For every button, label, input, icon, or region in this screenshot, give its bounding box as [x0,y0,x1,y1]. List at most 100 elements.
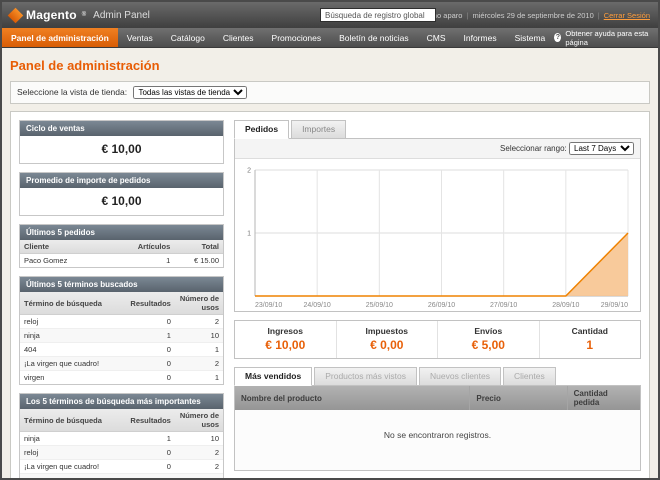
table-row[interactable]: virgen01 [20,371,223,385]
svg-text:29/09/10: 29/09/10 [601,302,628,309]
nav-item-sistema[interactable]: Sistema [506,28,555,47]
help-icon: ? [554,33,561,42]
store-view-select[interactable]: Todas las vistas de tienda [133,86,247,99]
logout-link[interactable]: Cerrar Sesión [604,11,650,20]
tab-productos-mas-vistos[interactable]: Productos más vistos [314,367,417,386]
nav-item-clientes[interactable]: Clientes [214,28,263,47]
store-view-switcher: Seleccione la vista de tienda: Todas las… [10,81,650,104]
range-label: Seleccionar rango: [500,144,567,153]
totals-row: Ingresos € 10,00Impuestos€ 0,00Envíos € 5,… [234,320,641,359]
stat-label: Envíos [438,326,539,336]
last-search-terms-table: Término de búsquedaResultadosNúmero de u… [20,292,223,384]
table-row[interactable]: ninja110 [20,329,223,343]
range-select[interactable]: Last 7 Days [569,142,634,155]
orders-chart: 1223/09/1024/09/1025/09/1026/09/1027/09/… [239,162,636,310]
grid-tabs: Más vendidosProductos más vistosNuevos c… [234,367,641,386]
grid-column-header: Nombre del producto [235,386,470,410]
column-header: Término de búsqueda [20,292,126,315]
grid-column-header: Precio [470,386,567,410]
logo-text: Magento [26,8,77,22]
top-search-terms-box: Los 5 términos de búsqueda más important… [19,393,224,480]
grid-column-header: Cantidad pedida [567,386,640,410]
stat-value: € 0,00 [337,338,438,352]
svg-text:24/09/10: 24/09/10 [304,302,331,309]
column-header: Número de usos [175,409,223,432]
nav-item-informes[interactable]: Informes [455,28,506,47]
table-row[interactable]: 40401 [20,343,223,357]
chart-panel: Seleccionar rango: Last 7 Days 1 2 23/09/1… [234,138,641,312]
svg-text:23/09/10: 23/09/10 [255,302,282,309]
column-header: Resultados [126,292,174,315]
main-navigation: Panel de administraciónVentasCatálogoCli… [2,28,658,48]
grid-header-row: Nombre del productoPrecioCantidad pedida [235,386,640,410]
logo-subtitle: Admin Panel [93,10,150,21]
top-search-terms-table: Término de búsquedaResultadosNúmero de u… [20,409,223,480]
stat-ingresos: Ingresos € 10,00 [235,321,336,358]
lifetime-sales-value: € 10,00 [20,136,223,163]
nav-item-boletin-de-noticias[interactable]: Boletín de noticias [330,28,417,47]
lifetime-sales-box: Ciclo de ventas € 10,00 [19,120,224,164]
column-header: Cliente [20,240,130,254]
last-search-terms-title: Últimos 5 términos buscados [20,277,223,292]
current-date: miércoles 29 de septiembre de 2010 [472,11,593,20]
magento-admin-window: Magento ® Admin Panel Accedió como aparo… [0,0,660,480]
average-orders-title: Promedio de importe de pedidos [20,173,223,188]
nav-item-cms[interactable]: CMS [418,28,455,47]
table-header-row: Término de búsquedaResultadosNúmero de u… [20,409,223,432]
chart-area: 1223/09/1024/09/1025/09/1026/09/1027/09/… [235,159,640,311]
table-row[interactable]: ninja110 [20,432,223,446]
nav-item-promociones[interactable]: Promociones [263,28,331,47]
nav-item-catalogo[interactable]: Catálogo [162,28,214,47]
table-row[interactable]: ¡La virgen que cuadro!02 [20,357,223,371]
stat-label: Cantidad [540,326,641,336]
column-header: Número de usos [175,292,223,315]
svg-text:26/09/10: 26/09/10 [428,302,455,309]
tab-clientes[interactable]: Clientes [503,367,556,386]
dashboard-right-column: PedidosImportes Seleccionar rango: Last … [234,120,641,474]
tab-nuevos-clientes[interactable]: Nuevos clientes [419,367,501,386]
column-header: Total [174,240,223,254]
tab-mas-vendidos[interactable]: Más vendidos [234,367,312,386]
stat-value: € 5,00 [438,338,539,352]
global-search-input[interactable] [320,8,436,22]
page-help-link[interactable]: ? Obtener ayuda para esta página [554,28,658,47]
column-header: Término de búsqueda [20,409,126,432]
table-row[interactable]: reloj02 [20,315,223,329]
chart-tabs: PedidosImportes [234,120,641,139]
page-title: Panel de administración [10,58,650,73]
column-header: Resultados [126,409,174,432]
dashboard-left-column: Ciclo de ventas € 10,00 Promedio de impo… [19,120,224,474]
lifetime-sales-title: Ciclo de ventas [20,121,223,136]
nav-item-panel-de-administracion[interactable]: Panel de administración [2,28,118,47]
store-view-label: Seleccione la vista de tienda: [17,87,127,97]
stat-value: 1 [540,338,641,352]
tab-importes[interactable]: Importes [291,120,346,139]
stat-label: Ingresos [235,326,336,336]
empty-grid-message: No se encontraron registros. [235,410,640,470]
table-row[interactable]: Paco Gomez1€ 15.00 [20,254,223,268]
range-selector-row: Seleccionar rango: Last 7 Days [235,139,640,159]
dashboard-container: Ciclo de ventas € 10,00 Promedio de impo… [10,111,650,480]
last-orders-title: Últimos 5 pedidos [20,225,223,240]
average-orders-box: Promedio de importe de pedidos € 10,00 [19,172,224,216]
help-label: Obtener ayuda para esta página [565,29,650,47]
stat-impuestos: Impuestos€ 0,00 [336,321,438,358]
table-row[interactable]: reloj02 [20,446,223,460]
tab-pedidos[interactable]: Pedidos [234,120,289,139]
last-orders-table: ClienteArtículosTotalPaco Gomez1€ 15.00 [20,240,223,267]
average-orders-value: € 10,00 [20,188,223,215]
nav-item-ventas[interactable]: Ventas [118,28,162,47]
top-bar: Magento ® Admin Panel Accedió como aparo… [2,2,658,28]
content-area: Panel de administración Seleccione la vi… [2,48,658,480]
svg-text:1: 1 [247,231,251,238]
table-header-row: Término de búsquedaResultadosNúmero de u… [20,292,223,315]
stat-envios: Envíos € 5,00 [437,321,539,358]
svg-text:2: 2 [247,168,251,175]
column-header: Artículos [130,240,175,254]
magento-logo: Magento ® Admin Panel [10,8,150,22]
bestsellers-grid: Nombre del productoPrecioCantidad pedida [235,386,640,410]
table-row[interactable]: 40401 [20,474,223,480]
table-row[interactable]: ¡La virgen que cuadro!02 [20,460,223,474]
stat-value: € 10,00 [235,338,336,352]
magento-logo-icon [8,7,24,23]
